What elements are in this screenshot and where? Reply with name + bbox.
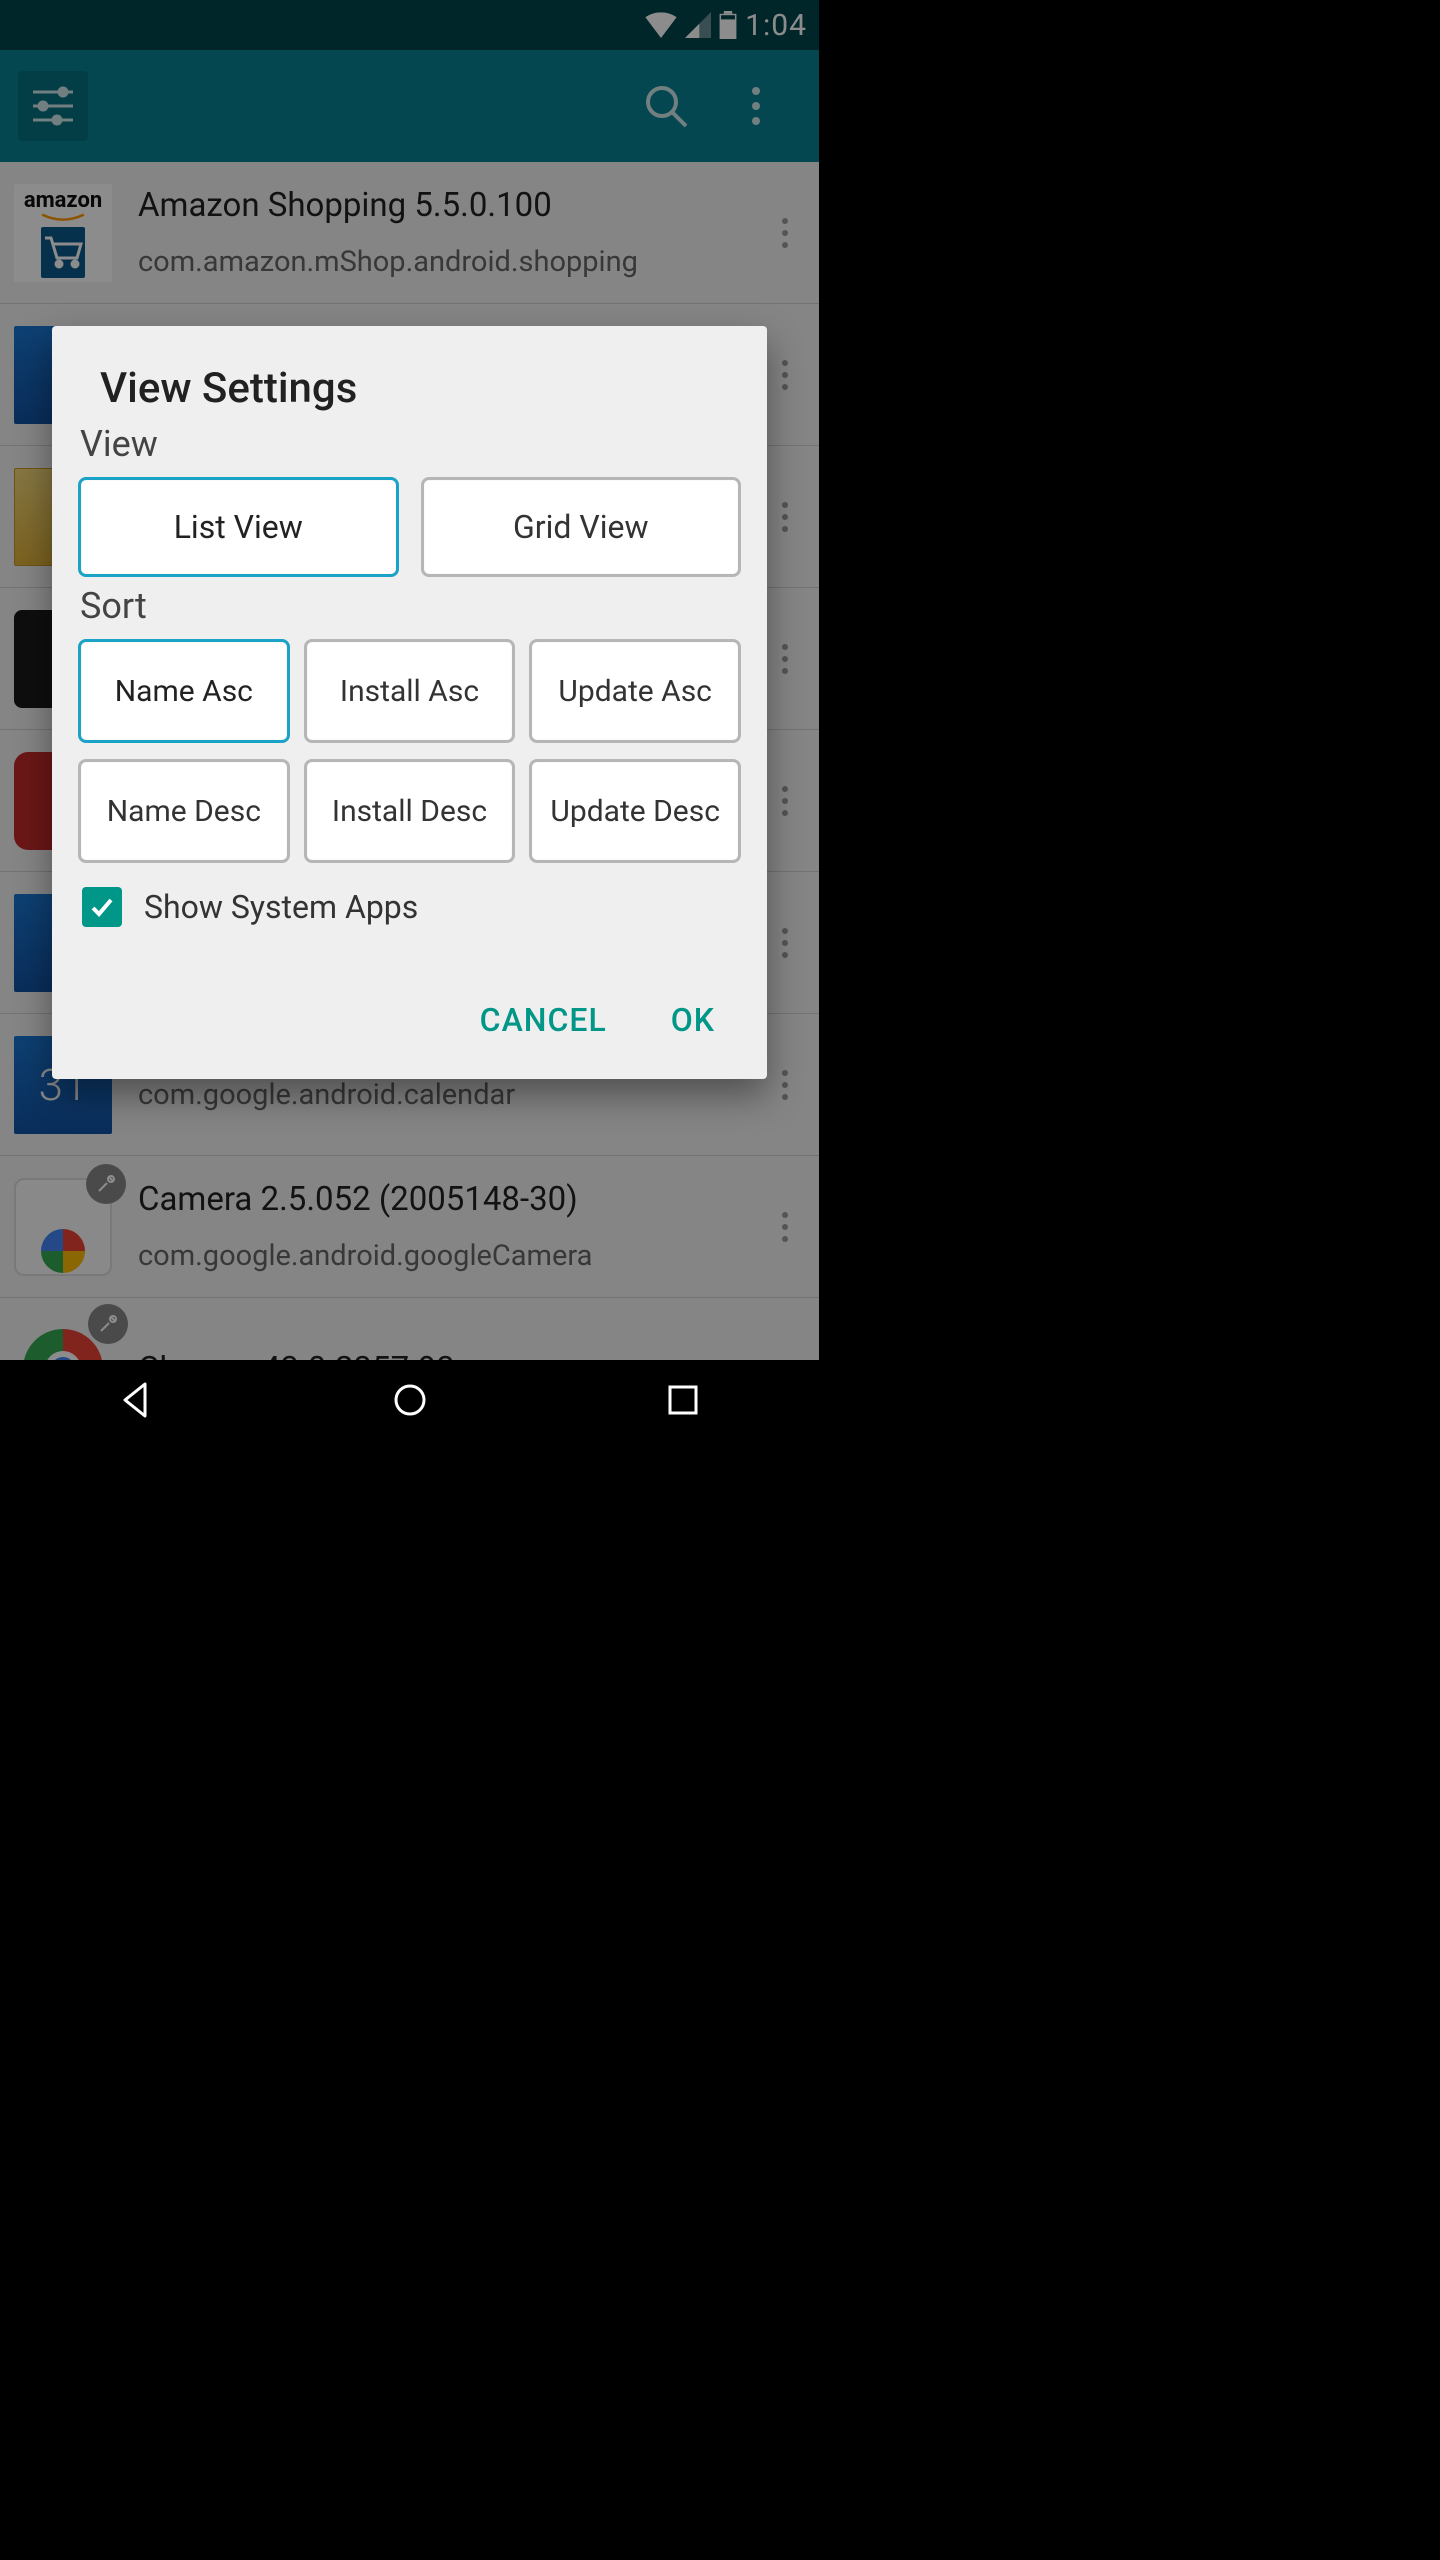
- navigation-bar: [0, 1360, 819, 1440]
- sort-install-asc-option[interactable]: Install Asc: [304, 639, 516, 743]
- sort-name-asc-option[interactable]: Name Asc: [78, 639, 290, 743]
- sort-update-desc-option[interactable]: Update Desc: [529, 759, 741, 863]
- home-button[interactable]: [320, 1370, 500, 1430]
- home-icon: [390, 1380, 430, 1420]
- show-system-label: Show System Apps: [144, 888, 418, 926]
- show-system-checkbox[interactable]: [82, 887, 122, 927]
- view-settings-dialog: View Settings View List View Grid View S…: [52, 326, 767, 1079]
- ok-button[interactable]: OK: [661, 987, 725, 1053]
- list-view-option[interactable]: List View: [78, 477, 399, 577]
- dialog-title: View Settings: [100, 364, 741, 413]
- grid-view-option[interactable]: Grid View: [421, 477, 742, 577]
- back-icon: [117, 1380, 157, 1420]
- view-section-label: View: [78, 423, 741, 465]
- sort-section-label: Sort: [78, 585, 741, 627]
- check-icon: [88, 893, 116, 921]
- recents-icon: [665, 1382, 701, 1418]
- recents-button[interactable]: [593, 1370, 773, 1430]
- back-button[interactable]: [47, 1370, 227, 1430]
- sort-install-desc-option[interactable]: Install Desc: [304, 759, 516, 863]
- sort-name-desc-option[interactable]: Name Desc: [78, 759, 290, 863]
- sort-update-asc-option[interactable]: Update Asc: [529, 639, 741, 743]
- cancel-button[interactable]: CANCEL: [470, 987, 617, 1053]
